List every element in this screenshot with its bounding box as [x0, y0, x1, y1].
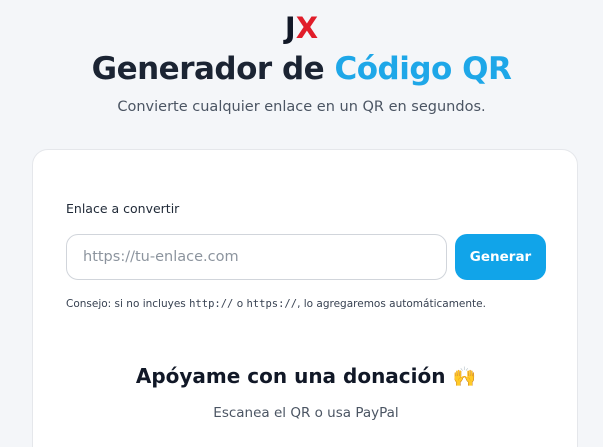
hint-prefix: Consejo: si no incluyes — [66, 298, 190, 310]
url-field-label: Enlace a convertir — [66, 201, 180, 216]
donation-title-text: Apóyame con una donación — [135, 364, 446, 388]
url-input[interactable] — [66, 234, 447, 280]
brand-logo: JX — [0, 10, 603, 46]
page-subtitle: Convierte cualquier enlace en un QR en s… — [117, 99, 486, 115]
donation-subtitle: Escanea el QR o usa PayPal — [213, 405, 399, 421]
logo-letter-j: J — [284, 11, 296, 45]
page-title: Generador de Código QR — [0, 46, 603, 92]
hint-mid: o — [233, 298, 247, 310]
raised-hands-icon: 🙌 — [452, 366, 477, 388]
page-title-main: Generador de — [91, 51, 335, 87]
page-title-accent: Código QR — [334, 51, 512, 87]
donation-title: Apóyame con una donación 🙌 — [33, 364, 579, 388]
hint-suffix: , lo agregaremos automáticamente. — [297, 298, 486, 310]
logo-letter-x: X — [295, 11, 319, 45]
generate-button[interactable]: Generar — [455, 234, 546, 280]
hint-code-http: http:// — [189, 298, 234, 310]
url-hint: Consejo: si no incluyes http:// o https:… — [66, 298, 566, 310]
hint-code-https: https:// — [246, 298, 298, 310]
generator-card: Enlace a convertir Generar Consejo: si n… — [32, 149, 578, 447]
